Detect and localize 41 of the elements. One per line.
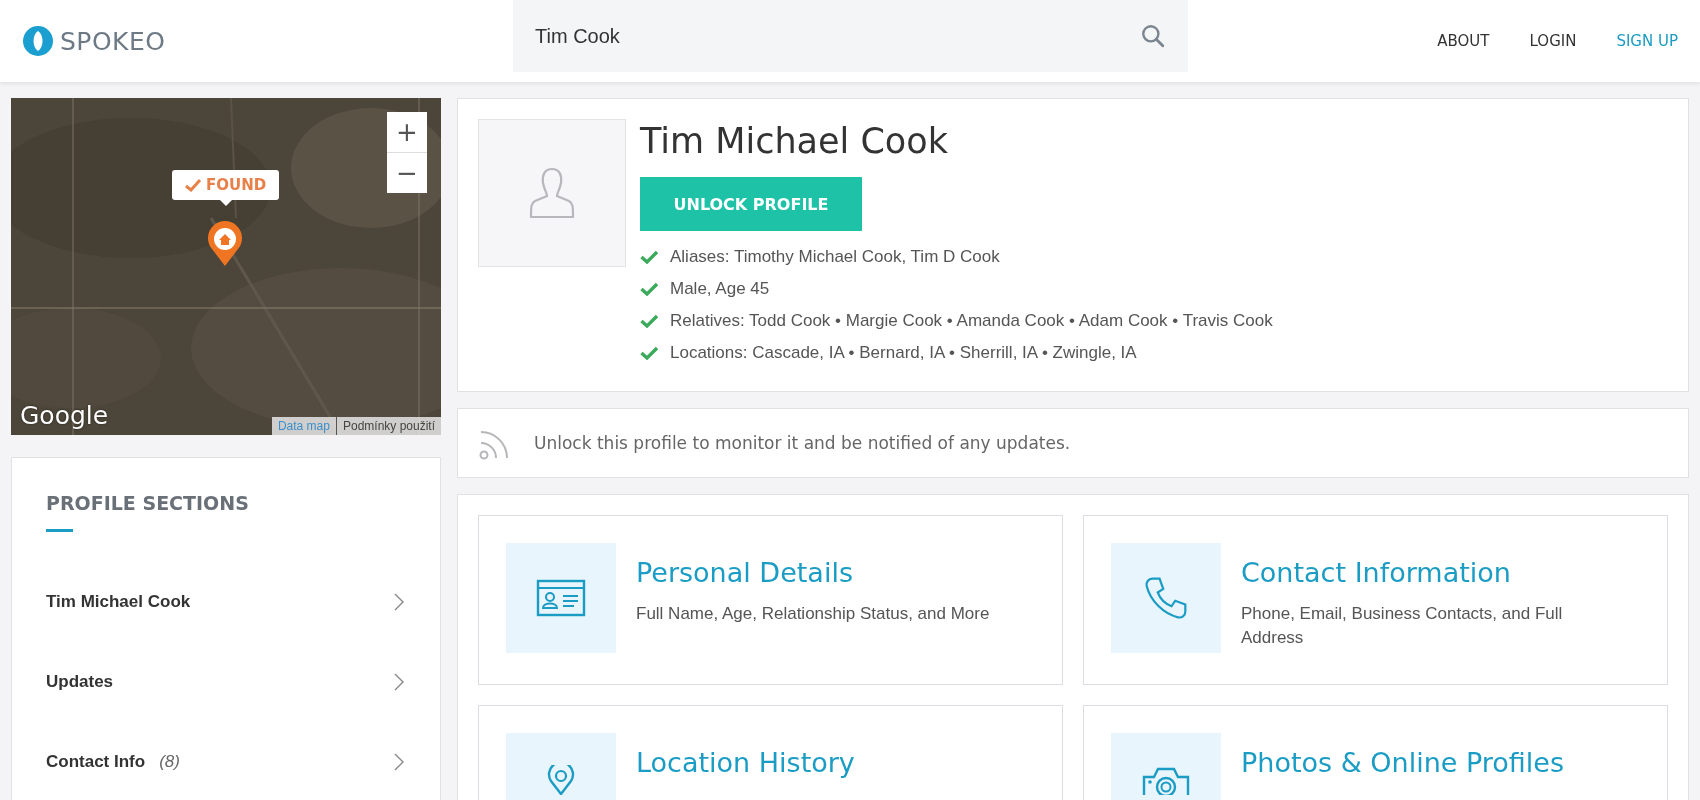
profile-name: Tim Michael Cook <box>640 120 949 163</box>
check-icon <box>640 250 658 264</box>
logo-text: SPOKEO <box>60 26 166 56</box>
check-icon <box>640 314 658 328</box>
profile-fact: Male, Age 45 <box>670 279 770 299</box>
attribution-link[interactable]: Podmínky použití <box>336 417 441 435</box>
camera-icon <box>1142 765 1190 795</box>
profile-fact: Relatives: Todd Cook • Margie Cook • Amanda Cook • Adam Cook • Travis Cook <box>670 311 1273 331</box>
check-icon <box>640 282 658 296</box>
section-title: Photos & Online Profiles <box>1241 747 1564 778</box>
google-logo: Google <box>20 401 109 430</box>
section-title: Contact Information <box>1241 557 1512 588</box>
nav-link[interactable]: ABOUT <box>1437 32 1490 50</box>
chevron-right-icon <box>394 753 404 771</box>
profile-fact: Locations: Cascade, IA • Bernard, IA • Sherrill, IA • Zwingle, IA <box>670 343 1137 363</box>
section-title: Personal Details <box>636 557 854 588</box>
check-icon <box>640 346 658 360</box>
monitor-message: Unlock this profile to monitor it and be notified of any updates. <box>534 433 1071 453</box>
nav-link[interactable]: LOGIN <box>1529 32 1577 50</box>
check-icon <box>185 178 201 192</box>
sidebar-item[interactable]: Contact Info (8) <box>46 722 440 800</box>
zoom-out-button[interactable]: − <box>387 153 427 193</box>
id-card-icon <box>536 578 586 618</box>
section-description: Full Name, Age, Relationship Status, and More <box>636 603 990 625</box>
phone-icon <box>1143 575 1189 621</box>
section-title: Location History <box>636 747 855 778</box>
search-icon[interactable] <box>1140 23 1166 49</box>
sidebar-title: PROFILE SECTIONS <box>46 492 250 514</box>
sidebar-item[interactable]: Updates <box>46 642 440 722</box>
profile-fact: Aliases: Timothy Michael Cook, Tim D Cook <box>670 247 1000 267</box>
zoom-in-button[interactable]: + <box>387 112 427 152</box>
sidebar-item[interactable]: Tim Michael Cook <box>46 562 440 642</box>
section-description: Phone, Email, Business Contacts, and Full Address <box>1241 603 1564 649</box>
logo-icon <box>22 25 54 57</box>
chevron-right-icon <box>394 673 404 691</box>
search-field[interactable]: Tim Cook <box>513 0 1188 72</box>
map-pin-icon[interactable] <box>207 221 243 267</box>
chevron-right-icon <box>394 593 404 611</box>
section-card[interactable]: Personal Details Full Name, Age, Relationship Status, and More <box>478 515 1063 685</box>
person-icon <box>527 165 577 221</box>
section-card[interactable]: Contact Information Phone, Email, Business Contacts, and Full Address <box>1083 515 1668 685</box>
